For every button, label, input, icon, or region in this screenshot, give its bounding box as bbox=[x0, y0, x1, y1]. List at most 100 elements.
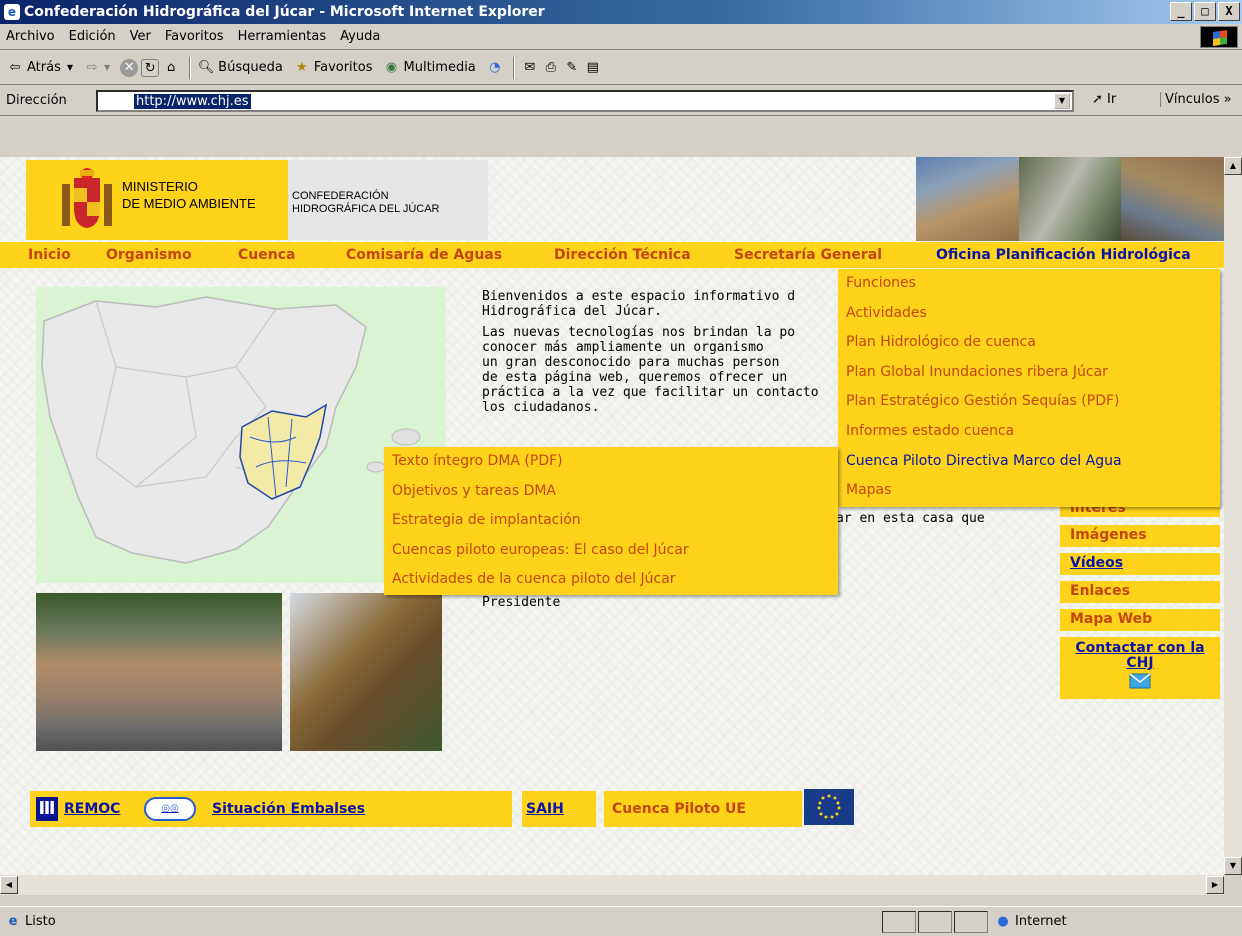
scroll-left-icon[interactable]: ◀ bbox=[0, 876, 18, 894]
confederacion-label: CONFEDERACIÓN HIDROGRÁFICA DEL JÚCAR bbox=[292, 190, 440, 216]
vertical-scrollbar[interactable]: ▲ ▼ bbox=[1224, 157, 1242, 875]
title-bar: e Confederación Hidrográfica del Júcar -… bbox=[0, 0, 1242, 24]
welcome-fragment: ar en esta casa que bbox=[836, 511, 985, 526]
address-dropdown-icon[interactable]: ▼ bbox=[1054, 93, 1070, 109]
discuss-icon[interactable]: ▤ bbox=[584, 59, 602, 77]
home-icon[interactable]: ⌂ bbox=[162, 59, 180, 77]
building-photo bbox=[36, 593, 282, 751]
nav-comisaria[interactable]: Comisaría de Aguas bbox=[346, 247, 502, 263]
maximize-button[interactable]: □ bbox=[1194, 2, 1216, 21]
embalses-link[interactable]: ◎◎ Situación Embalses bbox=[136, 791, 512, 827]
saih-label: SAIH bbox=[526, 801, 564, 817]
envelope-icon bbox=[1129, 673, 1151, 689]
nav-secretaria-general[interactable]: Secretaría General bbox=[734, 247, 882, 263]
sub-objetivos[interactable]: Objetivos y tareas DMA bbox=[384, 477, 838, 507]
saih-link[interactable]: SAIH bbox=[522, 791, 596, 827]
dd-funciones[interactable]: Funciones bbox=[838, 269, 1220, 299]
menu-ayuda[interactable]: Ayuda bbox=[340, 29, 380, 44]
sub-texto-dma[interactable]: Texto íntegro DMA (PDF) bbox=[384, 447, 838, 477]
dd-plan-inundaciones[interactable]: Plan Global Inundaciones ribera Júcar bbox=[838, 358, 1220, 388]
main-nav: Inicio Organismo Cuenca Comisaría de Agu… bbox=[0, 242, 1224, 268]
horizontal-scrollbar[interactable]: ◀ ▶ bbox=[0, 875, 1224, 895]
link-imagenes[interactable]: Imágenes bbox=[1060, 525, 1220, 547]
print-icon[interactable]: ⎙ bbox=[542, 59, 560, 77]
scrollbar-corner bbox=[1224, 875, 1242, 895]
embalses-label: Situación Embalses bbox=[212, 801, 366, 817]
toolbar-separator bbox=[512, 56, 515, 79]
search-button[interactable]: 🔍︎ Búsqueda bbox=[197, 59, 283, 77]
stop-icon[interactable]: ✕ bbox=[120, 58, 139, 77]
dropdown-oficina-planificacion: Funciones Actividades Plan Hidrológico d… bbox=[838, 269, 1220, 507]
dd-mapas[interactable]: Mapas bbox=[838, 476, 1220, 506]
menu-herramientas[interactable]: Herramientas bbox=[238, 29, 327, 44]
link-contactar[interactable]: Contactar con la CHJ bbox=[1060, 637, 1220, 699]
cuenca-piloto-link[interactable]: Cuenca Piloto UE bbox=[604, 791, 802, 827]
nav-oficina-planificacion[interactable]: Oficina Planificación Hidrológica bbox=[936, 247, 1191, 263]
link-videos[interactable]: Vídeos bbox=[1060, 553, 1220, 575]
contactar-label: Contactar con la CHJ bbox=[1075, 640, 1205, 671]
status-text-area: e Listo bbox=[0, 913, 880, 931]
dd-cuenca-piloto[interactable]: Cuenca Piloto Directiva Marco del Agua bbox=[838, 447, 1220, 477]
history-icon[interactable]: ◔ bbox=[486, 59, 504, 77]
scroll-up-icon[interactable]: ▲ bbox=[1224, 157, 1242, 175]
sub-cuencas-europeas[interactable]: Cuencas piloto europeas: El caso del Júc… bbox=[384, 536, 838, 566]
header-photos bbox=[916, 157, 1224, 241]
waterwheel-photo bbox=[290, 593, 442, 751]
forward-dropdown-icon[interactable]: ▼ bbox=[104, 63, 110, 72]
multimedia-icon: ◉ bbox=[385, 59, 398, 75]
menu-edicion[interactable]: Edición bbox=[69, 29, 116, 44]
close-button[interactable]: X bbox=[1218, 2, 1240, 21]
go-arrow-icon: ➚ bbox=[1092, 92, 1103, 107]
nav-organismo[interactable]: Organismo bbox=[106, 247, 192, 263]
coat-of-arms-icon bbox=[62, 168, 112, 228]
favorites-label: Favoritos bbox=[313, 60, 373, 75]
menu-ver[interactable]: Ver bbox=[130, 29, 151, 44]
address-input[interactable]: http://www.chj.es ▼ bbox=[96, 90, 1074, 112]
dd-plan-hidrologico[interactable]: Plan Hidrológico de cuenca bbox=[838, 328, 1220, 358]
links-toolbar[interactable]: Vínculos » bbox=[1160, 92, 1232, 107]
edit-icon[interactable]: ✎ bbox=[563, 59, 581, 77]
ie-page-icon: e bbox=[8, 913, 18, 929]
welcome-paragraph-2: Las nuevas tecnologías nos brindan la po… bbox=[482, 325, 819, 415]
windows-logo-icon bbox=[1200, 26, 1238, 48]
reservoir-photo bbox=[916, 157, 1019, 241]
minimize-button[interactable]: _ bbox=[1170, 2, 1192, 21]
back-button[interactable]: ⇦ Atrás ▼ bbox=[6, 59, 73, 77]
sub-actividades-piloto[interactable]: Actividades de la cuenca piloto del Júca… bbox=[384, 565, 838, 595]
favorites-icon: ★ bbox=[295, 59, 308, 75]
menu-favoritos[interactable]: Favoritos bbox=[165, 29, 224, 44]
back-label: Atrás bbox=[27, 60, 61, 75]
link-enlaces[interactable]: Enlaces bbox=[1060, 581, 1220, 603]
scroll-right-icon[interactable]: ▶ bbox=[1206, 876, 1224, 894]
dd-informes[interactable]: Informes estado cuenca bbox=[838, 417, 1220, 447]
go-button[interactable]: ➚ Ir bbox=[1092, 92, 1116, 107]
remoc-label: REMOC bbox=[64, 801, 121, 817]
eu-flag-icon[interactable] bbox=[804, 789, 854, 825]
dd-plan-sequias[interactable]: Plan Estratégico Gestión Sequías (PDF) bbox=[838, 387, 1220, 417]
address-label: Dirección bbox=[6, 93, 67, 108]
forward-button[interactable]: ⇨ ▼ bbox=[83, 59, 111, 77]
back-dropdown-icon[interactable]: ▼ bbox=[67, 63, 73, 72]
link-mapa-web[interactable]: Mapa Web bbox=[1060, 609, 1220, 631]
remoc-logo-icon: Ⅲ bbox=[36, 797, 58, 821]
right-links: interés Imágenes Vídeos Enlaces Mapa Web… bbox=[1060, 501, 1220, 705]
nav-cuenca[interactable]: Cuenca bbox=[238, 247, 295, 263]
status-text: Listo bbox=[25, 914, 56, 929]
mail-icon[interactable]: ✉ bbox=[521, 59, 539, 77]
status-cell bbox=[954, 910, 988, 933]
dd-actividades[interactable]: Actividades bbox=[838, 299, 1220, 329]
scroll-down-icon[interactable]: ▼ bbox=[1224, 857, 1242, 875]
refresh-icon[interactable]: ↻ bbox=[141, 58, 160, 77]
toolbar-separator bbox=[189, 56, 192, 79]
menu-archivo[interactable]: Archivo bbox=[6, 29, 55, 44]
search-label: Búsqueda bbox=[218, 60, 283, 75]
submenu-cuenca-piloto: Texto íntegro DMA (PDF) Objetivos y tare… bbox=[384, 447, 838, 595]
nav-inicio[interactable]: Inicio bbox=[28, 247, 71, 263]
favorites-button[interactable]: ★ Favoritos bbox=[293, 59, 373, 77]
multimedia-button[interactable]: ◉ Multimedia bbox=[383, 59, 476, 77]
nav-direccion-tecnica[interactable]: Dirección Técnica bbox=[554, 247, 691, 263]
address-bar: Dirección http://www.chj.es ▼ ➚ Ir Víncu… bbox=[0, 86, 1242, 116]
dam-photo bbox=[1018, 157, 1122, 241]
sub-estrategia[interactable]: Estrategia de implantación bbox=[384, 506, 838, 536]
remoc-link[interactable]: Ⅲ REMOC bbox=[30, 791, 136, 827]
